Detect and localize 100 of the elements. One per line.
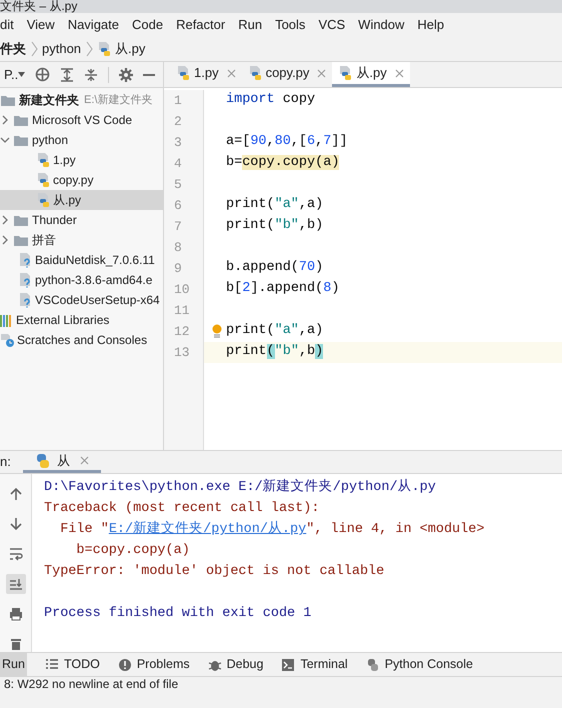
menu-item[interactable]: Navigate bbox=[68, 14, 119, 34]
console-line: Traceback (most recent call last): bbox=[44, 500, 320, 518]
code-line: import copy bbox=[226, 91, 316, 110]
file-link[interactable]: E:/新建文件夹/python/从.py bbox=[108, 522, 306, 538]
editor-tab[interactable]: 1.py bbox=[170, 62, 242, 87]
folder-icon bbox=[0, 94, 16, 106]
editor-tab[interactable]: 从.py bbox=[332, 62, 410, 87]
chevron-right-icon bbox=[30, 40, 38, 56]
tree-item[interactable]: copy.py bbox=[0, 170, 163, 190]
line-number: 5 bbox=[164, 174, 204, 195]
console-line: b=copy.copy(a) bbox=[75, 542, 190, 560]
menu-item[interactable]: Run bbox=[238, 14, 262, 34]
line-number: 1 bbox=[164, 90, 204, 111]
close-icon bbox=[226, 68, 236, 78]
breadcrumb-item[interactable]: 从.py bbox=[115, 38, 146, 58]
collapse-all-icon bbox=[84, 68, 98, 82]
window-title: 文件夹 – 从.py bbox=[0, 0, 78, 13]
menu-item[interactable]: dit bbox=[0, 14, 14, 34]
menu-item[interactable]: Window bbox=[358, 14, 404, 34]
python-file-icon bbox=[97, 40, 112, 56]
exclamation-icon bbox=[118, 658, 132, 672]
code-line: print("a",a) bbox=[226, 322, 324, 340]
expand-all-icon bbox=[60, 68, 74, 82]
menu-item[interactable]: Code bbox=[132, 14, 164, 34]
tree-item[interactable]: Scratches and Consoles bbox=[0, 330, 163, 350]
menu-item[interactable]: Tools bbox=[275, 14, 306, 34]
line-number: 7 bbox=[164, 216, 204, 237]
tree-item[interactable]: python bbox=[0, 130, 163, 150]
list-icon bbox=[44, 658, 59, 672]
bar-chart-icon bbox=[0, 313, 13, 327]
editor-tab[interactable]: copy.py bbox=[242, 62, 332, 87]
line-number: 6 bbox=[164, 195, 204, 216]
tree-item[interactable]: 拼音 bbox=[0, 230, 163, 250]
tool-window-tab[interactable]: Run bbox=[0, 652, 27, 676]
tree-item[interactable]: python-3.8.6-amd64.e bbox=[0, 270, 163, 290]
code-line: print("b",b) bbox=[226, 343, 324, 362]
tool-window-tab[interactable]: Debug bbox=[208, 652, 264, 676]
folder-icon bbox=[13, 134, 29, 146]
code-line: print("b",b) bbox=[226, 217, 324, 236]
python-icon bbox=[34, 452, 51, 468]
arrow-down-icon[interactable] bbox=[8, 517, 22, 531]
soft-wrap-icon[interactable] bbox=[8, 547, 22, 561]
tool-window-tab[interactable]: Problems bbox=[118, 652, 190, 676]
tree-item[interactable]: 从.py bbox=[0, 190, 163, 210]
panel-label: n: bbox=[0, 453, 11, 472]
close-icon bbox=[317, 68, 326, 78]
line-number: 12 bbox=[164, 321, 204, 342]
tool-window-tab[interactable]: TODO bbox=[44, 652, 100, 676]
folder-icon bbox=[13, 114, 29, 126]
python-file-icon bbox=[36, 172, 50, 188]
code-line: b.append(70) bbox=[226, 259, 324, 278]
folder-icon bbox=[13, 214, 29, 226]
python-icon bbox=[366, 658, 380, 672]
tree-item[interactable]: 1.py bbox=[0, 150, 163, 170]
python-file-icon bbox=[176, 65, 190, 81]
trash-icon[interactable] bbox=[8, 637, 22, 651]
close-icon bbox=[394, 68, 404, 78]
code-line: a=[90,80,[6,7]] bbox=[226, 133, 348, 152]
python-file-icon bbox=[36, 152, 50, 168]
caret-down-icon bbox=[18, 72, 26, 77]
python-file-icon bbox=[338, 65, 352, 81]
close-icon bbox=[80, 456, 89, 465]
unknown-file-icon bbox=[18, 292, 32, 308]
tree-item[interactable]: BaiduNetdisk_7.0.6.11 bbox=[0, 250, 163, 270]
tree-item[interactable]: 新建文件夹 E:\新建文件夹 bbox=[0, 90, 163, 110]
code-line: print("a",a) bbox=[226, 196, 324, 214]
console-line: File "E:/新建文件夹/python/从.py", line 4, in <module> bbox=[59, 520, 484, 540]
line-number: 3 bbox=[164, 132, 204, 153]
crosshair-icon bbox=[35, 67, 50, 82]
code-line: b[2].append(8) bbox=[226, 280, 340, 298]
path-hint: E:\新建文件夹 bbox=[84, 92, 152, 108]
code-line: b=copy.copy(a) bbox=[226, 154, 340, 172]
menu-item[interactable]: VCS bbox=[318, 14, 346, 34]
menu-item[interactable]: Refactor bbox=[176, 14, 226, 34]
line-number: 2 bbox=[164, 111, 204, 132]
console-line: Process finished with exit code 1 bbox=[44, 605, 312, 624]
line-number: 9 bbox=[164, 258, 204, 279]
tool-window-tab[interactable]: Terminal bbox=[281, 652, 348, 676]
arrow-up-icon[interactable] bbox=[8, 487, 22, 501]
project-view-dropdown[interactable]: P.. bbox=[4, 64, 26, 84]
tree-item[interactable]: VSCodeUserSetup-x64 bbox=[0, 290, 163, 310]
line-number: 10 bbox=[164, 279, 204, 300]
breadcrumb-item[interactable]: python bbox=[42, 38, 82, 58]
python-file-icon bbox=[36, 192, 50, 208]
line-number: 8 bbox=[164, 237, 204, 258]
unknown-file-icon bbox=[18, 252, 32, 268]
printer-icon[interactable] bbox=[8, 607, 22, 621]
tree-item[interactable]: Thunder bbox=[0, 210, 163, 230]
tree-item[interactable]: External Libraries bbox=[0, 310, 163, 330]
chevron-right-icon bbox=[85, 40, 94, 56]
status-message: 8: W292 no newline at end of file bbox=[4, 677, 180, 691]
minimize-icon bbox=[143, 74, 156, 76]
console-line: TypeError: 'module' object is not callable bbox=[44, 563, 384, 582]
tree-item[interactable]: Microsoft VS Code bbox=[0, 110, 163, 130]
menu-item[interactable]: Help bbox=[417, 14, 444, 34]
python-file-icon bbox=[248, 65, 262, 81]
scroll-to-end-icon[interactable] bbox=[8, 577, 22, 591]
unknown-file-icon bbox=[18, 272, 32, 288]
folder-icon bbox=[13, 234, 29, 246]
menu-item[interactable]: View bbox=[26, 14, 55, 34]
